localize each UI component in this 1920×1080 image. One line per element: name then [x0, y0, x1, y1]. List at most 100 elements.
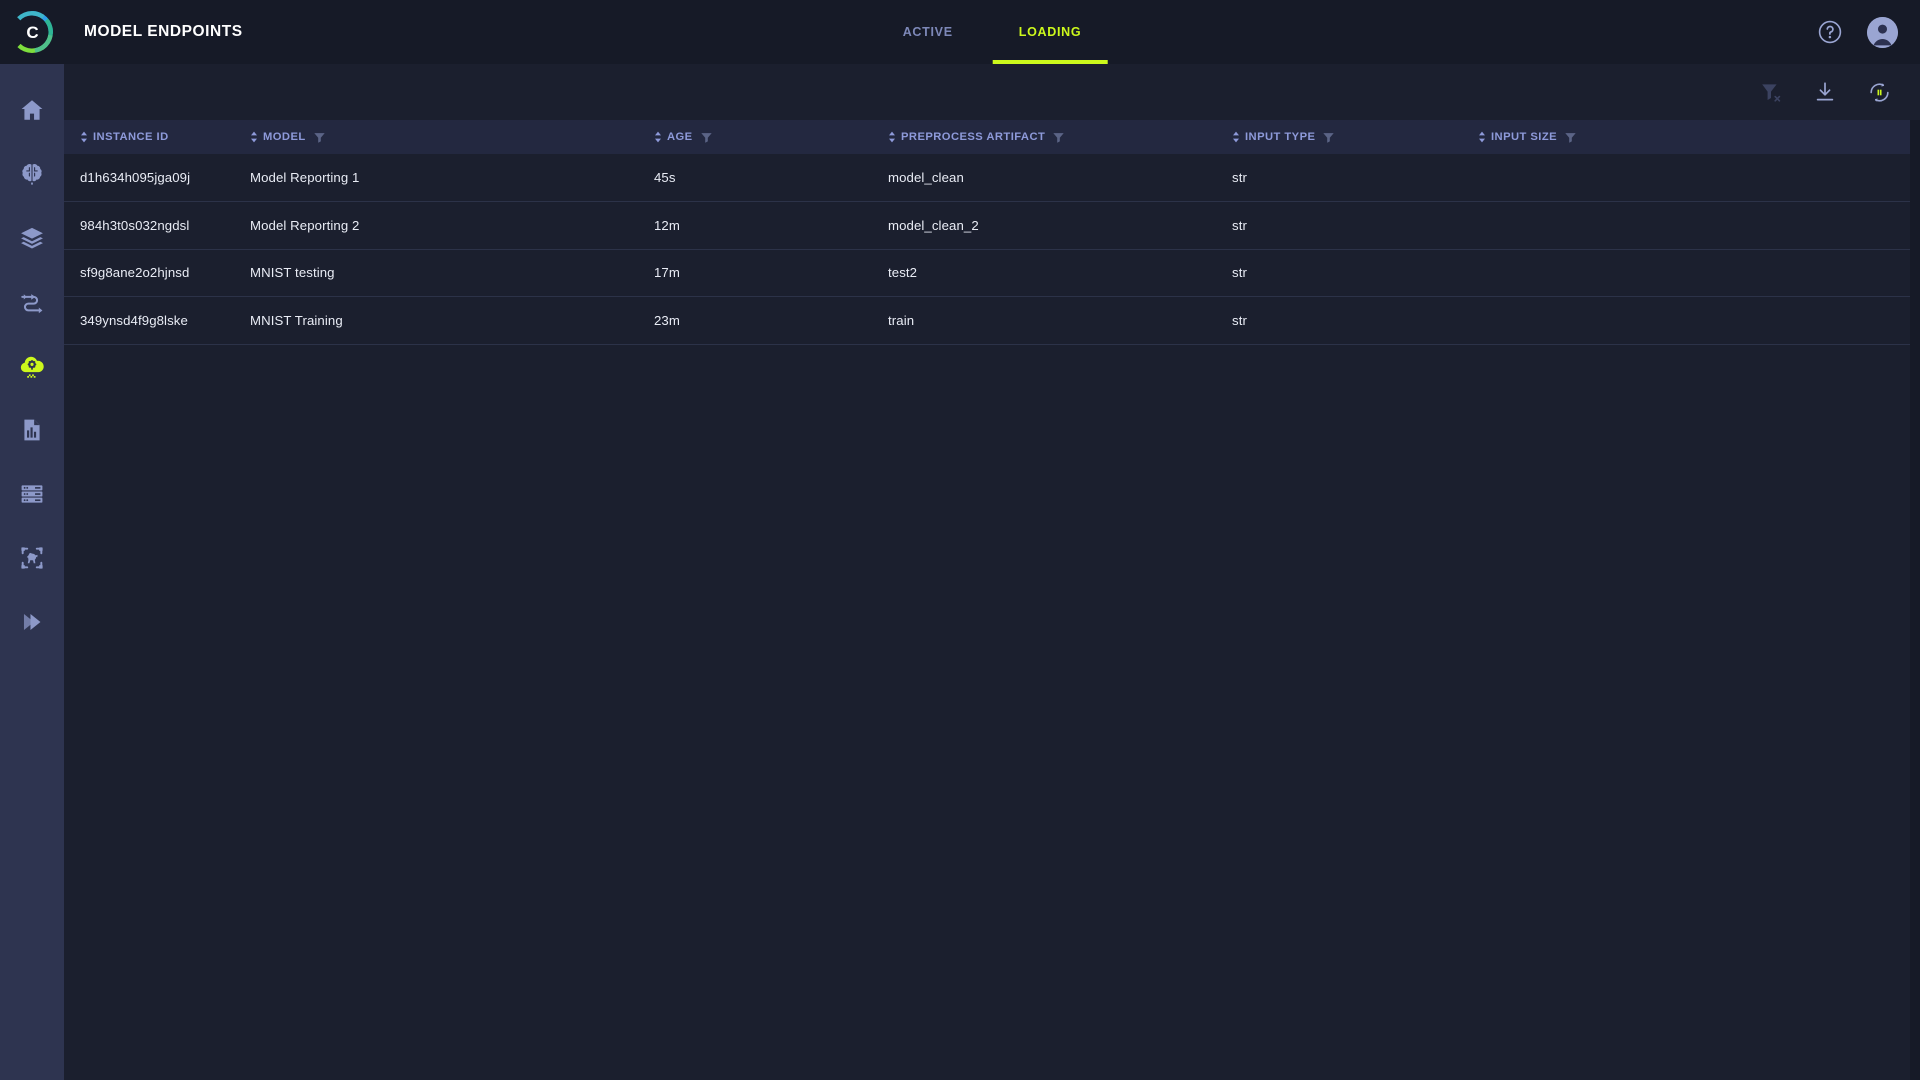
- cell-age: 23m: [654, 312, 680, 328]
- main-content: MODEL ENDPOINTS ACTIVE LOADING INSTANCE …: [64, 0, 1920, 1080]
- column-header-label: PREPROCESS ARTIFACT: [901, 131, 1046, 143]
- cell-model: Model Reporting 1: [250, 170, 360, 185]
- vertical-scrollbar[interactable]: [1910, 120, 1920, 1080]
- sort-icon: [251, 131, 257, 143]
- cell-instance-id: d1h634h095jga09j: [80, 170, 191, 185]
- sort-icon: [889, 131, 895, 143]
- sort-icon: [655, 131, 661, 143]
- sidebar-item-datasets[interactable]: [0, 206, 64, 270]
- brain-icon: [22, 164, 42, 185]
- endpoints-table-container: INSTANCE ID MODEL AGE PREPROCESS ARTIFAC…: [64, 120, 1920, 1080]
- filter-icon[interactable]: [1564, 131, 1577, 144]
- sidebar-item-deploy[interactable]: [0, 590, 64, 654]
- cell-input-type: str: [1232, 217, 1247, 233]
- cell-model: MNIST testing: [250, 265, 335, 281]
- tab-active[interactable]: ACTIVE: [899, 0, 957, 64]
- cell-preprocess-artifact: train: [888, 312, 915, 328]
- avatar: [1867, 16, 1898, 48]
- sidebar-item-pipelines[interactable]: [0, 270, 64, 334]
- tab-loading[interactable]: LOADING: [992, 0, 1107, 64]
- column-header-instance-id[interactable]: INSTANCE ID: [64, 120, 250, 154]
- cell-preprocess-artifact: model_clean_2: [888, 217, 979, 233]
- page-title: MODEL ENDPOINTS: [84, 23, 243, 40]
- filter-icon[interactable]: [700, 131, 713, 144]
- column-header-age[interactable]: AGE: [654, 120, 888, 154]
- sort-icon: [1233, 131, 1239, 143]
- header-actions: [1817, 0, 1898, 64]
- user-icon: [1867, 16, 1898, 48]
- header-tabs: ACTIVE LOADING: [899, 0, 1107, 64]
- cell-input-size: [1478, 249, 1910, 297]
- cell-preprocess-artifact: model_clean: [888, 170, 964, 185]
- filter-icon[interactable]: [1322, 131, 1335, 144]
- column-header-label: AGE: [667, 131, 693, 143]
- column-header-label: INSTANCE ID: [93, 131, 169, 143]
- refresh-pause-icon: [1870, 82, 1889, 102]
- refresh-pause-button[interactable]: [1867, 80, 1892, 105]
- cell-input-type: str: [1232, 265, 1247, 281]
- layers-icon: [21, 227, 43, 249]
- cell-input-size: [1478, 154, 1910, 202]
- sidebar-item-models[interactable]: [0, 142, 64, 206]
- cell-instance-id: sf9g8ane2o2hjnsd: [80, 265, 190, 281]
- cloud-gear-icon: [20, 356, 44, 378]
- app-logo[interactable]: C: [0, 0, 64, 64]
- filter-icon[interactable]: [313, 131, 326, 144]
- clear-filter-icon: [1762, 84, 1781, 102]
- workflow-icon: [21, 294, 43, 314]
- sidebar-nav: [0, 64, 64, 654]
- sort-icon: [81, 131, 87, 143]
- table-row[interactable]: d1h634h095jga09j Model Reporting 1 45s m…: [64, 154, 1910, 202]
- sidebar-item-home[interactable]: [0, 78, 64, 142]
- download-icon: [1816, 82, 1834, 101]
- sidebar-item-model-endpoints[interactable]: [0, 334, 64, 398]
- cell-model: MNIST Training: [250, 312, 343, 328]
- download-button[interactable]: [1813, 80, 1837, 104]
- table-header-row: INSTANCE ID MODEL AGE PREPROCESS ARTIFAC…: [64, 120, 1910, 154]
- column-header-label: MODEL: [263, 131, 306, 143]
- column-header-label: INPUT SIZE: [1491, 131, 1558, 143]
- table-row[interactable]: 984h3t0s032ngdsl Model Reporting 2 12m m…: [64, 202, 1910, 250]
- column-header-input-type[interactable]: INPUT TYPE: [1232, 120, 1478, 154]
- double-chevron-icon: [23, 613, 41, 631]
- table-row[interactable]: 349ynsd4f9g8lske MNIST Training 23m trai…: [64, 297, 1910, 345]
- column-header-model[interactable]: MODEL: [250, 120, 654, 154]
- app-root: C MODEL ENDPOINTS ACTIVE LOADING INSTANC…: [0, 0, 1920, 1080]
- clear-filter-button[interactable]: [1759, 80, 1783, 104]
- cell-input-type: str: [1232, 170, 1247, 185]
- logo-icon: C: [11, 11, 53, 53]
- help-button[interactable]: [1817, 19, 1843, 45]
- cell-instance-id: 984h3t0s032ngdsl: [80, 217, 190, 233]
- sidebar-item-annotations[interactable]: [0, 526, 64, 590]
- sort-icon: [1479, 131, 1485, 143]
- filter-icon[interactable]: [1052, 131, 1065, 144]
- table-row[interactable]: sf9g8ane2o2hjnsd MNIST testing 17m test2…: [64, 249, 1910, 297]
- cell-age: 12m: [654, 217, 680, 233]
- cell-model: Model Reporting 2: [250, 217, 360, 233]
- svg-text:C: C: [26, 23, 38, 42]
- tab-active-label: ACTIVE: [902, 25, 953, 39]
- sidebar-item-infrastructure[interactable]: [0, 462, 64, 526]
- home-icon: [21, 100, 43, 120]
- cell-input-type: str: [1232, 312, 1247, 328]
- column-header-input-size[interactable]: INPUT SIZE: [1478, 120, 1910, 154]
- tab-loading-label: LOADING: [1018, 25, 1082, 39]
- sidebar-item-reports[interactable]: [0, 398, 64, 462]
- document-chart-icon: [24, 419, 40, 441]
- endpoints-table: INSTANCE ID MODEL AGE PREPROCESS ARTIFAC…: [64, 120, 1910, 345]
- top-header: MODEL ENDPOINTS ACTIVE LOADING: [64, 0, 1920, 64]
- table-toolbar: [64, 64, 1920, 120]
- account-button[interactable]: [1867, 16, 1898, 48]
- cell-age: 45s: [654, 170, 676, 185]
- cell-input-size: [1478, 202, 1910, 250]
- column-header-preprocess-artifact[interactable]: PREPROCESS ARTIFACT: [888, 120, 1232, 154]
- image-detection-icon: [21, 547, 43, 569]
- help-icon: [1818, 20, 1842, 44]
- cell-input-size: [1478, 297, 1910, 345]
- table-head: INSTANCE ID MODEL AGE PREPROCESS ARTIFAC…: [64, 120, 1910, 154]
- sidebar: C: [0, 0, 64, 1080]
- column-header-label: INPUT TYPE: [1245, 131, 1316, 143]
- cell-instance-id: 349ynsd4f9g8lske: [80, 312, 188, 328]
- table-body: d1h634h095jga09j Model Reporting 1 45s m…: [64, 154, 1910, 344]
- cell-preprocess-artifact: test2: [888, 265, 918, 281]
